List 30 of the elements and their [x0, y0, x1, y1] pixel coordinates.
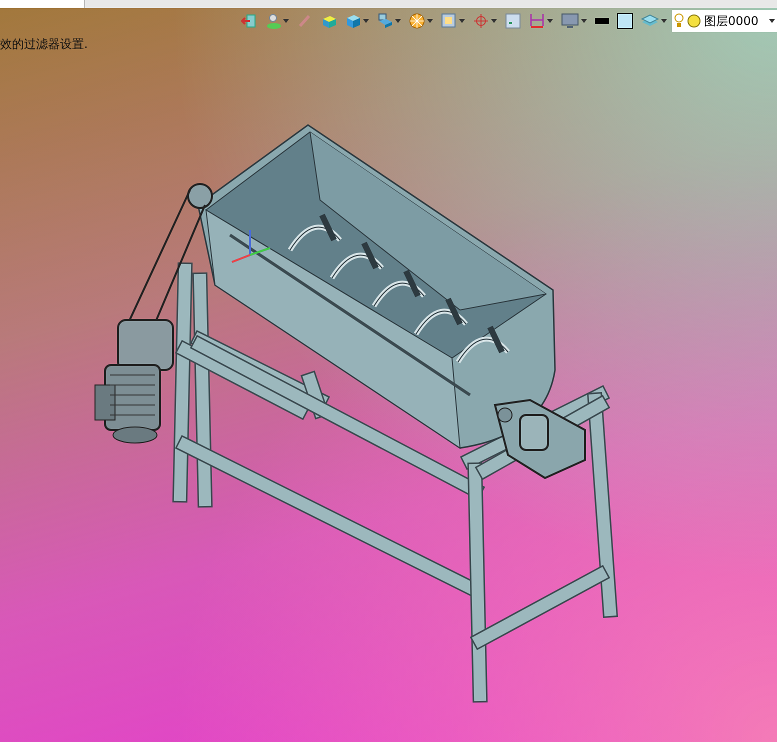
caret-icon — [427, 19, 433, 23]
layer-select[interactable]: 图层0000 — [672, 10, 777, 32]
status-message: 效的过滤器设置. — [0, 36, 88, 53]
line-style-icon — [595, 18, 609, 24]
caret-icon — [581, 19, 587, 23]
toolbar-button[interactable] — [614, 10, 636, 32]
pencil-icon — [297, 13, 313, 29]
zoom-window-icon — [441, 13, 457, 29]
monitor-icon — [561, 13, 579, 29]
bulb-icon — [265, 13, 281, 29]
wheel-icon — [409, 13, 425, 29]
color-swatch-icon — [617, 13, 633, 29]
caret-icon — [283, 19, 289, 23]
caret-icon — [363, 19, 369, 23]
cube-icon — [377, 13, 393, 29]
exit-icon — [241, 13, 257, 29]
caret-icon — [395, 19, 401, 23]
dimension-icon — [529, 13, 545, 29]
caret-icon — [661, 19, 667, 23]
cube-icon — [345, 13, 361, 29]
circle-icon — [687, 14, 701, 28]
box-icon — [321, 13, 337, 29]
caret-icon — [769, 19, 775, 23]
bulb-icon — [674, 13, 684, 29]
frame-icon — [505, 13, 521, 29]
caret-icon — [547, 19, 553, 23]
caret-icon — [459, 19, 465, 23]
layers-icon — [641, 13, 659, 29]
crosshair-icon — [473, 13, 489, 29]
caret-icon — [491, 19, 497, 23]
